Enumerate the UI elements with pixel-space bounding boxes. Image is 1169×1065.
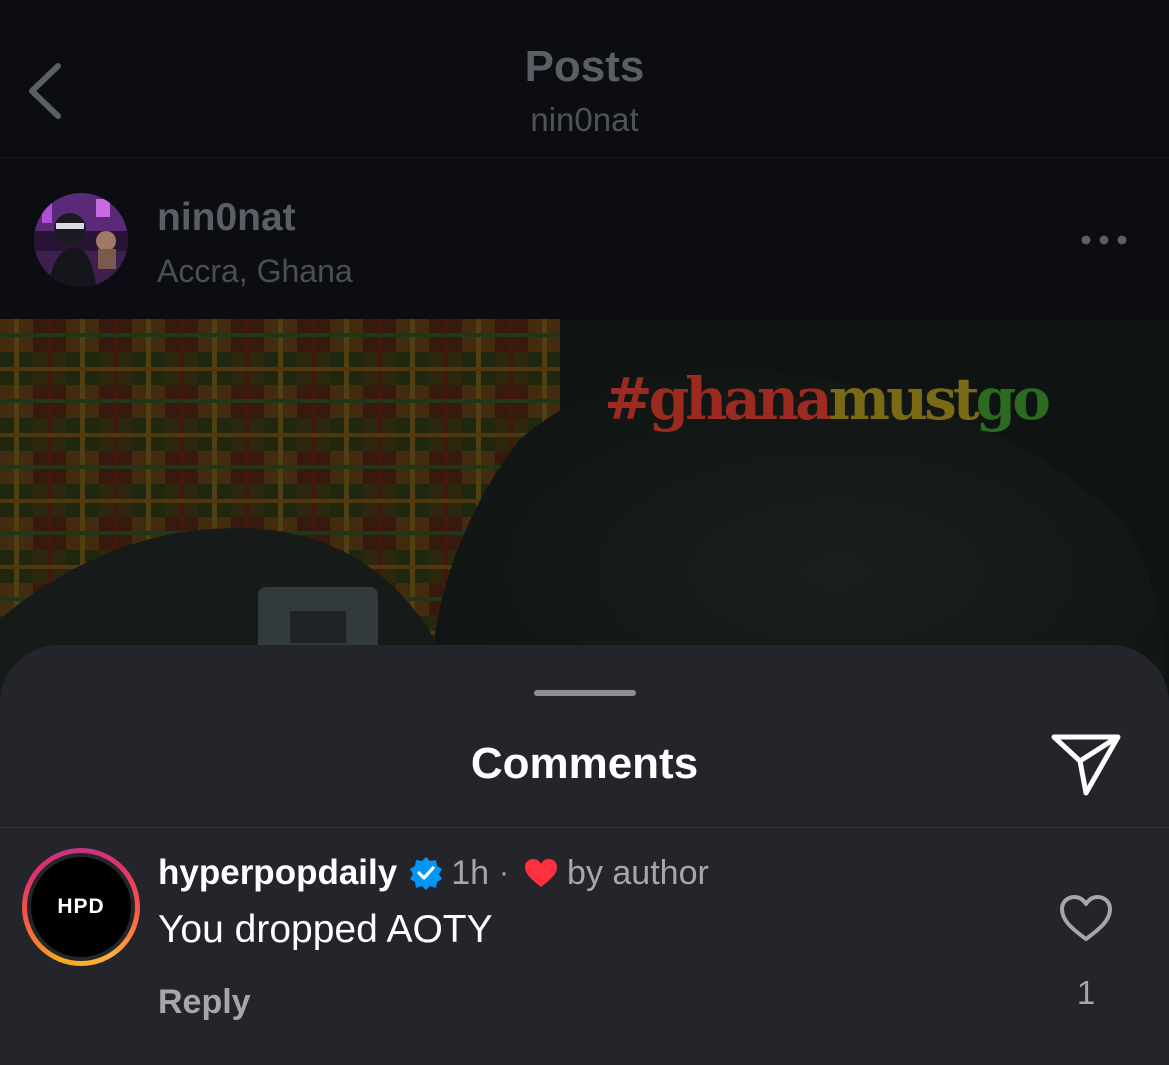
post-header: nin0nat Accra, Ghana bbox=[0, 159, 1169, 319]
comment-separator: · bbox=[499, 856, 510, 889]
ellipsis-icon[interactable] bbox=[1078, 229, 1130, 251]
hashtag-part-green: go bbox=[975, 365, 1051, 433]
comment-timestamp: 1h bbox=[451, 854, 490, 892]
post-location[interactable]: Accra, Ghana bbox=[157, 251, 353, 291]
top-nav-bar: Posts nin0nat bbox=[0, 0, 1169, 158]
comment-meta-row: hyperpopdaily 1h · by author bbox=[158, 851, 709, 895]
comments-sheet: Comments HPD hyperpopdaily 1h · by autho… bbox=[0, 645, 1169, 1065]
avatar-logo: HPD bbox=[31, 857, 131, 957]
verified-badge-icon bbox=[410, 857, 443, 890]
post-username[interactable]: nin0nat bbox=[157, 195, 296, 241]
like-count: 1 bbox=[1076, 974, 1096, 1011]
avatar[interactable] bbox=[34, 193, 128, 287]
avatar-illustration bbox=[34, 193, 128, 287]
avatar-ring-gap: HPD bbox=[27, 853, 135, 961]
hashtag-part-red: #ghana bbox=[604, 365, 833, 433]
sheet-grabber-handle[interactable] bbox=[534, 690, 636, 696]
hashtag-part-yellow: must bbox=[828, 365, 980, 433]
page-title: Posts bbox=[524, 42, 645, 91]
comment-avatar[interactable]: HPD bbox=[22, 848, 140, 966]
sheet-divider bbox=[0, 827, 1169, 828]
image-hashtag-overlay: #ghanamustgo bbox=[604, 365, 1051, 433]
comments-title: Comments bbox=[470, 739, 699, 788]
heart-filled-icon bbox=[525, 859, 558, 887]
reply-button[interactable]: Reply bbox=[158, 980, 251, 1024]
page-subtitle: nin0nat bbox=[530, 101, 639, 138]
heart-outline-icon[interactable] bbox=[1058, 893, 1114, 943]
comment-text: You dropped AOTY bbox=[158, 908, 493, 951]
paper-plane-icon[interactable] bbox=[1050, 731, 1122, 797]
comment-username[interactable]: hyperpopdaily bbox=[158, 851, 397, 895]
liked-by-author-label: by author bbox=[567, 854, 709, 892]
